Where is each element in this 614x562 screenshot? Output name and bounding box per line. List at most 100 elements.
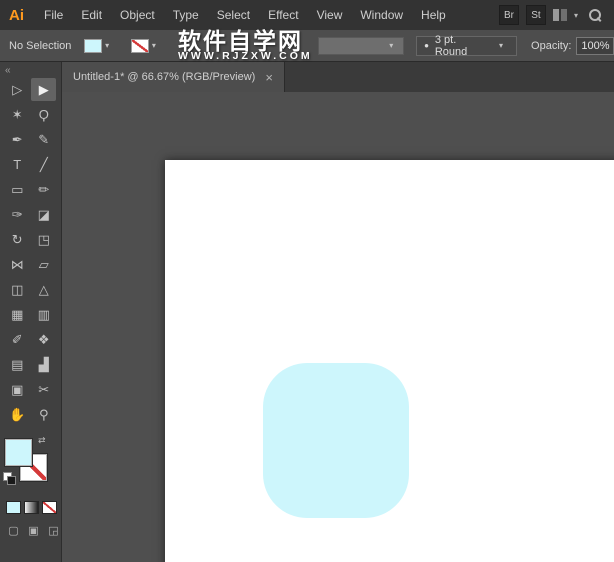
direct-selection-tool[interactable]: ▷ (5, 78, 30, 101)
pen-tool[interactable]: ✒ (5, 128, 30, 151)
tab-close-button[interactable]: × (265, 71, 273, 84)
stroke-options-dropdown[interactable]: ▾ (317, 36, 405, 55)
app-logo: Ai (9, 6, 24, 24)
stroke-color-swatch[interactable] (131, 38, 149, 53)
selection-tool[interactable]: ▶ (31, 78, 57, 101)
tool-icon: ▭ (11, 182, 24, 197)
tool-icon: Ϙ (38, 107, 49, 122)
tool-icon: ✶ (11, 107, 23, 122)
menu-item[interactable]: Help (412, 0, 455, 30)
tool-icon: ✂ (38, 382, 50, 397)
menu-item[interactable]: Edit (72, 0, 111, 30)
opacity-field[interactable]: 100% (576, 36, 614, 55)
menu-item[interactable]: Type (164, 0, 208, 30)
zoom-tool[interactable]: ⚲ (31, 403, 56, 426)
shape-builder-tool[interactable]: ◫ (5, 278, 30, 301)
draw-inside-button[interactable]: ◲ (46, 523, 61, 538)
swap-fill-stroke-icon[interactable]: ⇄ (38, 435, 46, 446)
artboard-tool[interactable]: ▣ (5, 378, 30, 401)
tool-icon: ◫ (11, 282, 24, 297)
scale-tool[interactable]: ◳ (31, 228, 56, 251)
selection-status: No Selection (9, 39, 72, 52)
draw-mode-row: ▢ ▣ ◲ (6, 523, 61, 538)
type-tool[interactable]: T (5, 153, 30, 176)
tool-icon: ⋈ (10, 257, 24, 272)
paintbrush-tool[interactable]: ✏ (31, 178, 56, 201)
symbol-sprayer-tool[interactable]: ▤ (5, 353, 30, 376)
chevron-down-icon: ▾ (389, 41, 394, 50)
fill-color-swatch[interactable] (84, 38, 103, 53)
search-icon[interactable] (589, 8, 602, 22)
eraser-tool[interactable]: ◪ (31, 203, 56, 226)
hand-tool[interactable]: ✋ (5, 403, 30, 426)
width-tool[interactable]: ⋈ (5, 253, 30, 276)
line-segment-tool[interactable]: ╱ (31, 153, 56, 176)
color-mode-row (6, 501, 61, 514)
fill-stroke-indicator: ⇄ (3, 435, 51, 485)
blend-tool[interactable]: ❖ (31, 328, 56, 351)
brush-preview-dot: • (424, 37, 429, 53)
color-mode-button[interactable] (6, 501, 21, 514)
tool-icon: ▣ (11, 382, 24, 397)
brush-definition-dropdown[interactable]: • 3 pt. Round ▾ (416, 33, 518, 58)
tool-icon: ◪ (37, 207, 50, 222)
document-tab[interactable]: Untitled-1* @ 66.67% (RGB/Preview) × (62, 62, 285, 92)
menu-item[interactable]: File (35, 0, 72, 30)
eyedropper-tool[interactable]: ✐ (5, 328, 30, 351)
tool-icon: ❖ (37, 332, 50, 347)
rounded-rectangle-shape[interactable] (263, 363, 409, 518)
fill-stroke-controls: ⇄ ▢ ▣ ◲ (0, 435, 61, 538)
tool-icon: ▦ (11, 307, 24, 322)
menu-bar: Ai File Edit Object Type Select Effect View Win… (0, 0, 614, 30)
draw-behind-button[interactable]: ▣ (26, 523, 41, 538)
toolbar-collapse-button[interactable]: « (0, 62, 61, 77)
tool-icon: ▷ (12, 82, 23, 97)
chevron-down-icon: ▾ (499, 41, 504, 50)
perspective-grid-tool[interactable]: △ (31, 278, 56, 301)
tool-icon: △ (38, 282, 49, 297)
workspace-switcher-icon[interactable] (552, 9, 567, 21)
artboard[interactable] (165, 160, 614, 562)
free-transform-tool[interactable]: ▱ (31, 253, 56, 276)
menu-item[interactable]: Effect (259, 0, 307, 30)
graphic-styles-button[interactable]: St (525, 5, 546, 25)
tool-icon: ▶ (38, 82, 49, 97)
none-mode-button[interactable] (42, 501, 57, 514)
tool-icon: ↻ (11, 232, 23, 247)
tool-icon: ✐ (11, 332, 23, 347)
default-fill-stroke-icon[interactable] (3, 472, 16, 485)
magic-wand-tool[interactable]: ✶ (5, 103, 30, 126)
lasso-tool[interactable]: Ϙ (31, 103, 56, 126)
tool-icon: ✎ (38, 132, 50, 147)
opacity-label: Opacity: (531, 39, 572, 52)
brushes-button[interactable]: Br (498, 5, 519, 25)
rectangle-tool[interactable]: ▭ (5, 178, 30, 201)
menu-item[interactable]: View (308, 0, 352, 30)
shaper-tool[interactable]: ✑ (5, 203, 30, 226)
tool-grid: ▷ ▶ ✶ Ϙ ✒ ✎ T ╱ ▭ ✏ ✑ ◪ ↻ ◳ ⋈ ▱ ◫ △ ▦ ▥ … (0, 77, 61, 426)
menu-item[interactable]: Select (208, 0, 259, 30)
tool-icon: ✑ (11, 207, 23, 222)
chevron-down-icon[interactable]: ▾ (574, 11, 578, 20)
tool-icon: ⚲ (38, 407, 49, 422)
column-graph-tool[interactable]: ▟ (31, 353, 56, 376)
fill-chevron-down-icon[interactable]: ▾ (105, 41, 109, 50)
rotate-tool[interactable]: ↻ (5, 228, 30, 251)
gradient-mode-button[interactable] (24, 501, 39, 514)
tool-icon: ▥ (37, 307, 50, 322)
fill-color-indicator[interactable] (5, 439, 32, 466)
slice-tool[interactable]: ✂ (31, 378, 56, 401)
main-menu: File Edit Object Type Select Effect View Window… (35, 0, 455, 30)
brush-definition-value: 3 pt. Round (434, 33, 468, 58)
menu-item[interactable]: Window (351, 0, 412, 30)
tool-icon: ✏ (38, 182, 50, 197)
curvature-tool[interactable]: ✎ (31, 128, 56, 151)
stroke-chevron-down-icon[interactable]: ▾ (152, 41, 156, 50)
draw-normal-button[interactable]: ▢ (6, 523, 21, 538)
tool-icon: ╱ (39, 157, 48, 172)
gradient-tool[interactable]: ▥ (31, 303, 56, 326)
mesh-tool[interactable]: ▦ (5, 303, 30, 326)
tools-panel: « ▷ ▶ ✶ Ϙ ✒ ✎ T ╱ ▭ ✏ ✑ ◪ ↻ ◳ ⋈ ▱ ◫ △ ▦ … (0, 62, 62, 562)
tool-icon: ▤ (11, 357, 24, 372)
menu-item[interactable]: Object (111, 0, 164, 30)
